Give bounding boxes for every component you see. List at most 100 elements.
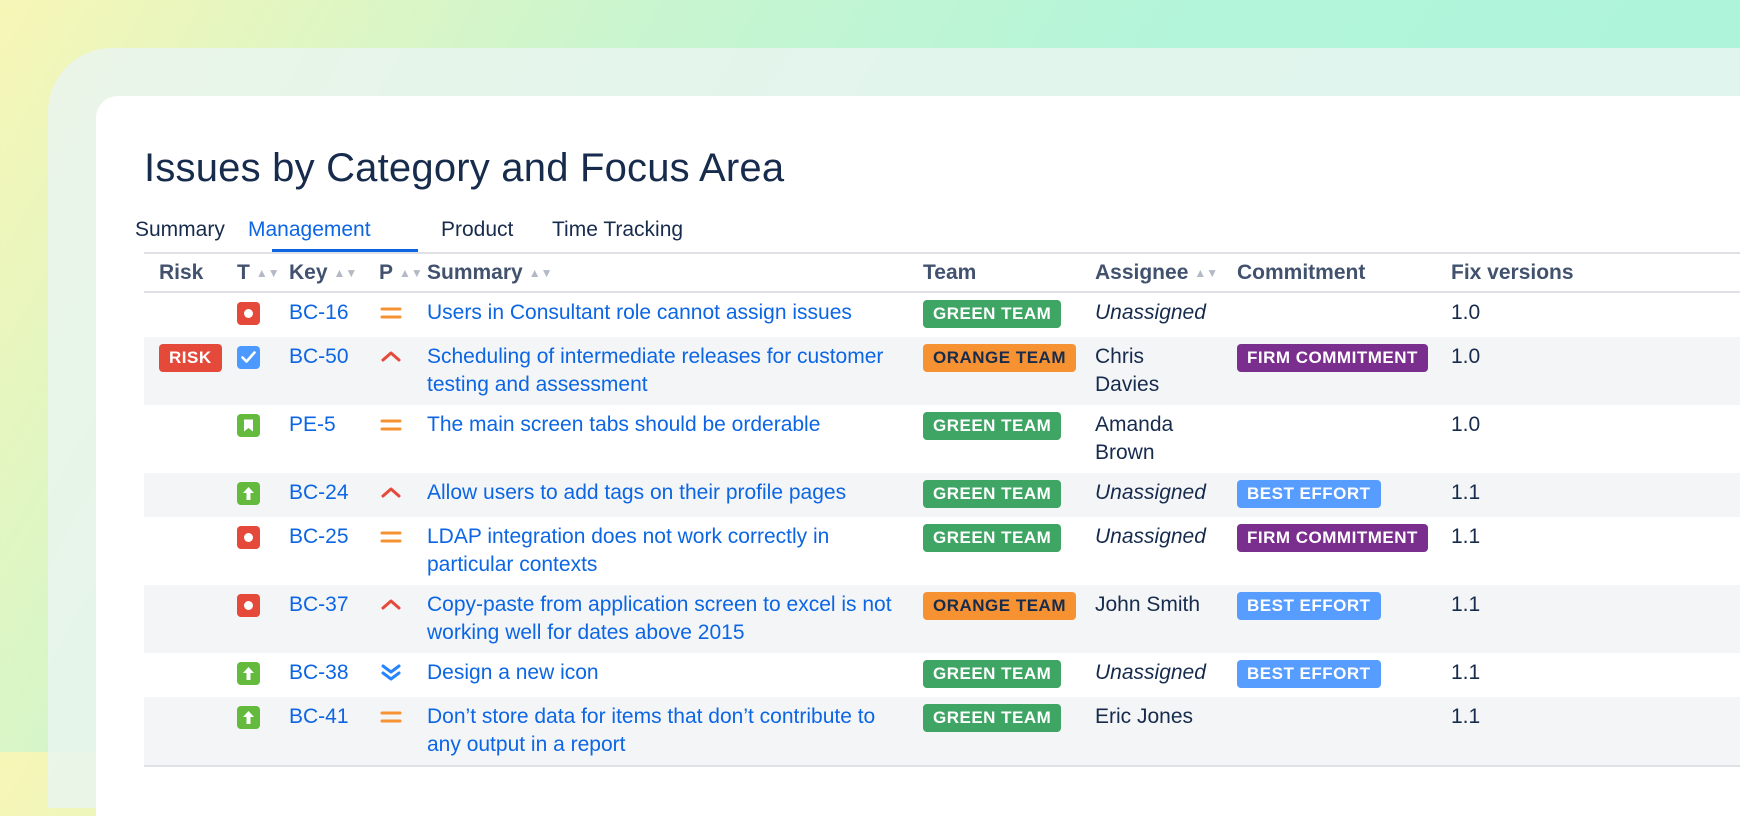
bug-icon — [237, 594, 260, 619]
summary-cell: Copy-paste from application screen to ex… — [412, 585, 908, 653]
issue-summary-link[interactable]: Users in Consultant role cannot assign i… — [427, 301, 852, 324]
table-row[interactable]: BC-37 Copy-paste from application screen … — [144, 585, 1740, 653]
fix-version-value: 1.1 — [1451, 593, 1481, 616]
fix-version-cell: 1.0 — [1436, 337, 1740, 405]
commitment-cell — [1222, 697, 1436, 767]
issue-key-link[interactable]: BC-16 — [289, 301, 349, 324]
table-row[interactable]: BC-38 Design a new icon GREEN TEAM Unassign… — [144, 653, 1740, 697]
priority-cell — [364, 653, 412, 697]
assignee-cell: Unassigned — [1080, 653, 1222, 697]
team-cell: GREEN TEAM — [908, 405, 1080, 473]
sort-icon: ▲▼ — [528, 265, 553, 280]
commitment-cell: BEST EFFORT — [1222, 653, 1436, 697]
bug-icon — [237, 302, 260, 327]
assignee-cell: Unassigned — [1080, 517, 1222, 585]
column-header-team[interactable]: Team — [908, 252, 1080, 293]
lowest-priority-icon — [379, 664, 403, 688]
issue-key-link[interactable]: PE-5 — [289, 413, 336, 436]
summary-cell: Don’t store data for items that don’t co… — [412, 697, 908, 767]
issue-summary-link[interactable]: Allow users to add tags on their profile… — [427, 481, 846, 504]
column-header-fix-versions[interactable]: Fix versions — [1436, 252, 1740, 293]
column-header-summary[interactable]: Summary ▲▼ — [412, 252, 908, 293]
priority-cell — [364, 517, 412, 585]
priority-cell — [364, 337, 412, 405]
type-cell — [222, 405, 274, 473]
column-header-priority[interactable]: P ▲▼ — [364, 252, 423, 293]
issue-key-link[interactable]: BC-38 — [289, 661, 349, 684]
risk-cell — [144, 517, 222, 585]
issue-summary-link[interactable]: Don’t store data for items that don’t co… — [427, 705, 875, 756]
fix-version-cell: 1.1 — [1436, 517, 1740, 585]
table-row[interactable]: BC-24 Allow users to add tags on their pr… — [144, 473, 1740, 517]
fix-version-value: 1.0 — [1451, 301, 1481, 324]
team-cell: ORANGE TEAM — [908, 585, 1080, 653]
fix-version-value: 1.0 — [1451, 345, 1481, 368]
column-header-commitment[interactable]: Commitment — [1222, 252, 1436, 293]
high-priority-icon — [379, 597, 403, 620]
issue-summary-link[interactable]: Scheduling of intermediate releases for … — [427, 345, 883, 396]
risk-cell — [144, 405, 222, 473]
issue-key-link[interactable]: BC-37 — [289, 593, 349, 616]
assignee-name: Eric Jones — [1095, 705, 1194, 728]
issue-summary-link[interactable]: The main screen tabs should be orderable — [427, 413, 820, 436]
tab-product[interactable]: Product — [441, 218, 513, 248]
high-priority-icon — [379, 349, 403, 372]
issue-key-link[interactable]: BC-25 — [289, 525, 349, 548]
column-header-key[interactable]: Key ▲▼ — [274, 252, 364, 293]
assignee-name: John Smith — [1095, 593, 1201, 616]
improvement-icon — [237, 706, 260, 731]
issue-summary-link[interactable]: Copy-paste from application screen to ex… — [427, 593, 892, 644]
assignee-name: Amanda Brown — [1095, 413, 1174, 464]
table-row[interactable]: RISK BC-50 Scheduling of intermediate rele… — [144, 337, 1740, 405]
assignee-cell: Unassigned — [1080, 292, 1222, 337]
summary-cell: Scheduling of intermediate releases for … — [412, 337, 908, 405]
team-cell: GREEN TEAM — [908, 292, 1080, 337]
improvement-icon — [237, 482, 260, 507]
team-badge: GREEN TEAM — [923, 480, 1062, 508]
fix-version-value: 1.1 — [1451, 525, 1481, 548]
table-row[interactable]: BC-41 Don’t store data for items that don… — [144, 697, 1740, 767]
tab-time-tracking[interactable]: Time Tracking — [552, 218, 683, 248]
summary-cell: The main screen tabs should be orderable — [412, 405, 908, 473]
sort-icon: ▲▼ — [333, 265, 358, 280]
key-cell: BC-50 — [274, 337, 364, 405]
issue-key-link[interactable]: BC-41 — [289, 705, 349, 728]
commitment-badge: BEST EFFORT — [1237, 480, 1381, 508]
team-cell: GREEN TEAM — [908, 473, 1080, 517]
tab-management[interactable]: Management — [248, 218, 371, 248]
assignee-cell: Chris Davies — [1080, 337, 1222, 405]
fix-version-cell: 1.0 — [1436, 405, 1740, 473]
summary-cell: Users in Consultant role cannot assign i… — [412, 292, 908, 337]
type-cell — [222, 585, 274, 653]
table-row[interactable]: BC-16 Users in Consultant role cannot ass… — [144, 292, 1740, 337]
team-badge: GREEN TEAM — [923, 660, 1062, 688]
assignee-cell: Unassigned — [1080, 473, 1222, 517]
commitment-badge: FIRM COMMITMENT — [1237, 524, 1428, 552]
key-cell: BC-16 — [274, 292, 364, 337]
medium-priority-icon — [379, 417, 403, 440]
assignee-name: Unassigned — [1095, 661, 1206, 684]
issue-summary-link[interactable]: Design a new icon — [427, 661, 599, 684]
table-row[interactable]: BC-25 LDAP integration does not work corr… — [144, 517, 1740, 585]
issue-key-link[interactable]: BC-50 — [289, 345, 349, 368]
table-row[interactable]: PE-5 The main screen tabs should be order… — [144, 405, 1740, 473]
summary-cell: Allow users to add tags on their profile… — [412, 473, 908, 517]
tab-summary[interactable]: Summary — [135, 218, 225, 248]
type-cell — [222, 697, 274, 767]
assignee-cell: Eric Jones — [1080, 697, 1222, 767]
issue-summary-link[interactable]: LDAP integration does not work correctly… — [427, 525, 829, 576]
team-cell: GREEN TEAM — [908, 517, 1080, 585]
issues-table-container: Risk T ▲▼ Key ▲▼ P ▲▼ Summary ▲▼ Team Assign… — [144, 252, 1740, 767]
commitment-badge: FIRM COMMITMENT — [1237, 344, 1428, 372]
page-title: Issues by Category and Focus Area — [144, 146, 785, 190]
column-header-type[interactable]: T ▲▼ — [222, 252, 280, 293]
column-header-assignee[interactable]: Assignee ▲▼ — [1080, 252, 1222, 293]
fix-version-cell: 1.1 — [1436, 473, 1740, 517]
team-badge: GREEN TEAM — [923, 524, 1062, 552]
key-cell: BC-38 — [274, 653, 364, 697]
type-cell — [222, 517, 274, 585]
issues-table: Risk T ▲▼ Key ▲▼ P ▲▼ Summary ▲▼ Team Assign… — [144, 252, 1740, 767]
column-header-risk[interactable]: Risk — [144, 252, 222, 293]
risk-badge: RISK — [159, 344, 222, 372]
issue-key-link[interactable]: BC-24 — [289, 481, 349, 504]
